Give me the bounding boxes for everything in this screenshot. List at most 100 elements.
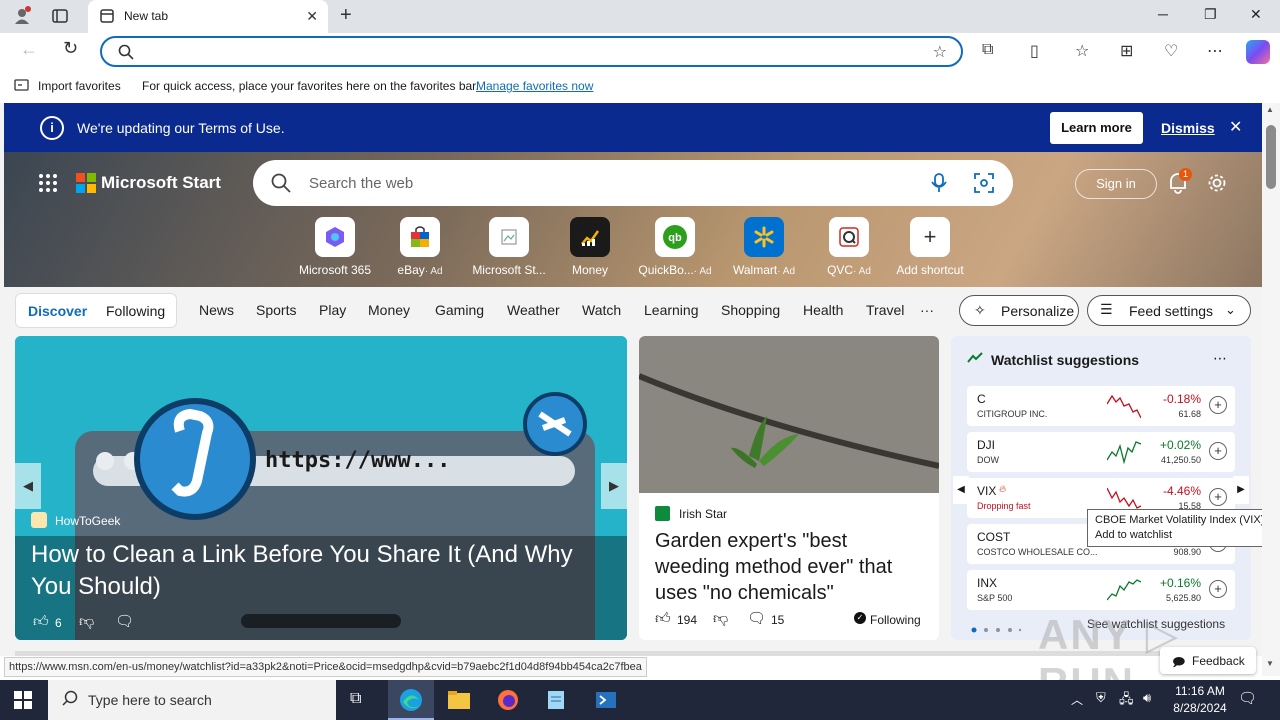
sign-in-button[interactable]: Sign in — [1075, 169, 1157, 199]
more-tabs-icon[interactable]: ··· — [920, 302, 934, 318]
file-explorer-icon[interactable] — [448, 690, 470, 713]
add-to-watchlist-icon[interactable]: + — [1209, 580, 1227, 598]
address-bar[interactable]: ☆ — [100, 36, 963, 67]
brand-title[interactable]: Microsoft Start — [101, 173, 221, 193]
tab-money[interactable]: Money — [368, 302, 410, 318]
add-to-watchlist-icon[interactable]: + — [1209, 442, 1227, 460]
shortcut-qvc[interactable]: QVC· Ad — [809, 217, 889, 277]
web-search-box[interactable]: Search the web — [253, 160, 1013, 206]
carousel-next-icon[interactable]: ▶ — [601, 463, 627, 509]
tab-sports[interactable]: Sports — [256, 302, 296, 318]
tray-chevron-icon[interactable]: ︿ — [1071, 691, 1083, 708]
copilot-icon[interactable] — [1246, 40, 1270, 64]
feed-settings-button[interactable]: ☰ Feed settings ⌄ — [1087, 295, 1251, 326]
favorite-star-icon[interactable]: ☆ — [933, 42, 947, 62]
notification-center-icon[interactable]: 🗨︎ — [1238, 689, 1257, 707]
carousel-prev-icon[interactable]: ◀ — [15, 463, 41, 509]
back-icon[interactable]: ← — [20, 39, 38, 60]
dismiss-link[interactable]: Dismiss — [1161, 120, 1215, 136]
tab-play[interactable]: Play — [319, 302, 346, 318]
like-icon[interactable]: 👍︎ — [33, 613, 49, 631]
settings-gear-icon[interactable] — [1207, 173, 1227, 196]
article-headline[interactable]: Garden expert's "best weeding method eve… — [655, 528, 925, 606]
visual-search-icon[interactable] — [974, 173, 994, 196]
network-icon[interactable]: 🖧︎ — [1119, 690, 1134, 712]
task-view-icon[interactable]: ⧉ — [350, 690, 361, 708]
watchlist-row[interactable]: INX S&P 500 +0.16% 5,625.80 + — [967, 570, 1235, 610]
page-content: i We're updating our Terms of Use. Learn… — [0, 103, 1262, 656]
pagination-dots[interactable] — [971, 621, 1022, 633]
add-to-watchlist-icon[interactable]: + — [1209, 396, 1227, 414]
powershell-icon[interactable] — [595, 689, 617, 714]
article-headline[interactable]: How to Clean a Link Before You Share It … — [31, 539, 611, 603]
refresh-icon[interactable]: ↻ — [63, 38, 78, 59]
collections-icon[interactable]: ⊞ — [1120, 41, 1133, 61]
comment-icon[interactable]: 🗨︎ — [115, 612, 134, 630]
microphone-icon[interactable] — [931, 173, 947, 196]
watchlist-next-icon[interactable]: ▶ — [1233, 476, 1249, 504]
stock-change: +0.16% — [1159, 576, 1201, 590]
tab-watch[interactable]: Watch — [582, 302, 621, 318]
clock-time[interactable]: 11:16 AM — [1170, 684, 1230, 698]
start-windows-icon[interactable] — [14, 691, 32, 712]
tab-health[interactable]: Health — [803, 302, 843, 318]
taskbar-search-box[interactable]: Type here to search — [48, 680, 336, 720]
shortcut-microsoft-365[interactable]: Microsoft 365 — [295, 217, 375, 277]
manage-favorites-link[interactable]: Manage favorites now — [476, 79, 593, 93]
hero-article-card[interactable]: https://www... ◀ ▶ HowToGeek How to Clea… — [15, 336, 627, 640]
following-label[interactable]: Following — [870, 613, 921, 627]
tab-shopping[interactable]: Shopping — [721, 302, 780, 318]
add-to-watchlist-icon[interactable]: + — [1209, 488, 1227, 506]
personalize-button[interactable]: ✧ Personalize — [959, 295, 1079, 326]
shortcut-money[interactable]: Money — [550, 217, 630, 277]
scroll-up-icon[interactable]: ▲ — [1266, 105, 1274, 114]
shortcut-microsoft-store[interactable]: Microsoft St... — [469, 217, 549, 277]
watchlist-row[interactable]: C CITIGROUP INC. -0.18% 61.68 + — [967, 386, 1235, 426]
dislike-icon[interactable]: 👎︎ — [713, 610, 728, 628]
tab-following[interactable]: Following — [106, 303, 165, 319]
profile-icon[interactable] — [12, 6, 32, 26]
page-scrollbar[interactable]: ▲ ▼ — [1262, 103, 1280, 676]
tab-news[interactable]: News — [199, 302, 234, 318]
news-article-card[interactable]: Irish Star Garden expert's "best weeding… — [639, 336, 939, 640]
shortcut-walmart[interactable]: Walmart· Ad — [724, 217, 804, 277]
security-tray-icon[interactable]: ⛨ — [1096, 690, 1106, 706]
import-favorites-button[interactable]: Import favorites — [38, 79, 121, 93]
carousel-dots[interactable] — [241, 614, 401, 628]
dislike-icon[interactable]: 👎︎ — [79, 613, 94, 631]
like-icon[interactable]: 👍︎ — [655, 610, 671, 628]
close-window-icon[interactable]: ✕ — [1250, 6, 1262, 23]
favorites-icon[interactable]: ☆ — [1075, 41, 1089, 61]
tab-learning[interactable]: Learning — [644, 302, 699, 318]
clock-date[interactable]: 8/28/2024 — [1166, 701, 1234, 715]
tab-travel[interactable]: Travel — [866, 302, 904, 318]
source-logo-icon — [31, 512, 47, 528]
minimize-icon[interactable]: ─ — [1158, 6, 1168, 22]
close-tab-icon[interactable]: ✕ — [306, 8, 318, 25]
firefox-icon[interactable] — [497, 689, 519, 714]
close-banner-icon[interactable]: ✕ — [1229, 117, 1242, 137]
shortcut-add[interactable]: + Add shortcut — [890, 217, 970, 277]
restore-icon[interactable]: ❐ — [1204, 6, 1217, 23]
tab-discover[interactable]: Discover — [28, 303, 87, 319]
split-screen-icon[interactable]: ▯ — [1030, 41, 1039, 61]
edge-taskbar-icon[interactable] — [388, 680, 434, 720]
scroll-thumb[interactable] — [1266, 125, 1276, 189]
shortcut-quickbooks[interactable]: qb QuickBo...· Ad — [635, 217, 715, 277]
shortcut-ebay[interactable]: eBay· Ad — [380, 217, 460, 277]
new-tab-button[interactable]: + — [340, 4, 352, 27]
learn-more-button[interactable]: Learn more — [1050, 112, 1143, 144]
watchlist-row[interactable]: DJI DOW +0.02% 41,250.50 + — [967, 432, 1235, 472]
browser-essentials-icon[interactable]: ♡ — [1164, 41, 1178, 61]
tab-weather[interactable]: Weather — [507, 302, 560, 318]
card-menu-icon[interactable]: ⋯ — [1213, 350, 1227, 367]
tab-actions-icon[interactable] — [52, 8, 68, 27]
tab-new-tab[interactable]: New tab ✕ — [88, 0, 328, 33]
apps-grid-icon[interactable] — [38, 173, 58, 196]
more-menu-icon[interactable]: ⋯ — [1207, 41, 1223, 61]
extensions-icon[interactable]: ⧉ — [982, 41, 993, 59]
tab-gaming[interactable]: Gaming — [435, 302, 484, 318]
notepad-icon[interactable] — [545, 689, 567, 714]
comment-icon[interactable]: 🗨︎ — [747, 609, 766, 627]
volume-icon[interactable]: 🔊︎ — [1143, 690, 1151, 706]
